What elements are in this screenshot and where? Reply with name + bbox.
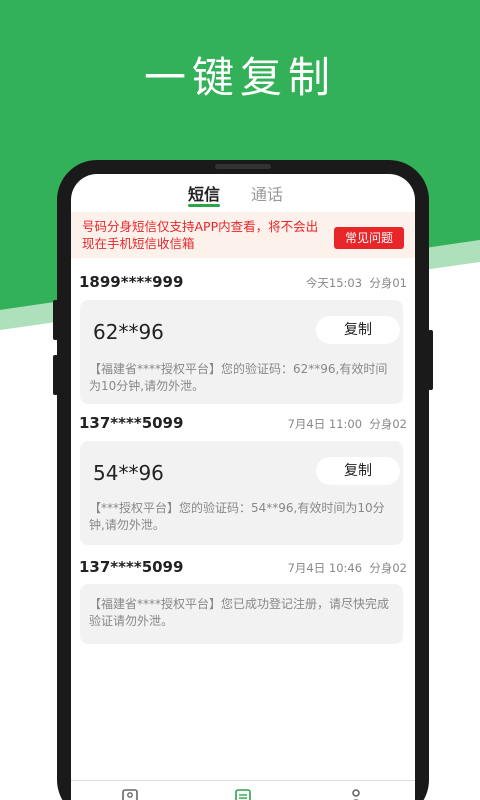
phone-speaker xyxy=(215,164,271,169)
message-card: 54**96 复制 【***授权平台】您的验证码：54**96,有效时间为10分… xyxy=(80,441,403,545)
message-time: 今天15:03 xyxy=(305,276,363,290)
contacts-icon[interactable] xyxy=(121,787,139,800)
message-meta: 7月4日 10:46 分身02 xyxy=(288,560,407,576)
message-body: 【福建省****授权平台】您的验证码：62**96,有效时间为10分钟,请勿外泄… xyxy=(89,362,388,393)
phone-power-button xyxy=(428,330,433,390)
tab-bar: 短信 通话 xyxy=(71,174,415,208)
headline: 一键复制 xyxy=(143,53,336,102)
sender-number: 137****5099 xyxy=(79,414,184,432)
message-header: 137****5099 7月4日 11:00 分身02 xyxy=(79,414,407,434)
message-meta: 7月4日 11:00 分身02 xyxy=(288,416,407,432)
bottom-nav xyxy=(71,780,415,800)
profile-icon[interactable] xyxy=(347,787,365,800)
sender-number: 1899****999 xyxy=(79,273,184,291)
message-line: 分身02 xyxy=(369,561,407,575)
message-meta: 今天15:03 分身01 xyxy=(306,275,407,291)
message-header: 137****5099 7月4日 10:46 分身02 xyxy=(79,558,407,578)
verification-code: 62**96 xyxy=(93,320,164,344)
notice-text: 号码分身短信仅支持APP内查看，将不会出现在手机短信收信箱 xyxy=(82,219,319,251)
messages-icon[interactable] xyxy=(234,787,252,800)
message-line: 分身02 xyxy=(369,417,407,431)
message-card: 62**96 复制 【福建省****授权平台】您的验证码：62**96,有效时间… xyxy=(80,300,403,404)
message-body: 【***授权平台】您的验证码：54**96,有效时间为10分钟,请勿外泄。 xyxy=(89,501,385,532)
message-line: 分身01 xyxy=(369,276,407,290)
faq-button[interactable]: 常见问题 xyxy=(334,227,404,249)
phone-screen: 短信 通话 号码分身短信仅支持APP内查看，将不会出现在手机短信收信箱 常见问题… xyxy=(71,174,415,800)
phone-side-button xyxy=(53,300,58,340)
copy-button[interactable]: 复制 xyxy=(316,457,400,485)
copy-button[interactable]: 复制 xyxy=(316,316,400,344)
tab-sms[interactable]: 短信 xyxy=(188,181,220,205)
message-header: 1899****999 今天15:03 分身01 xyxy=(79,273,407,293)
message-card: 【福建省****授权平台】您已成功登记注册，请尽快完成验证请勿外泄。 xyxy=(80,584,403,644)
message-time: 7月4日 10:46 xyxy=(287,561,363,575)
phone-side-button xyxy=(53,355,58,395)
message-body: 【福建省****授权平台】您已成功登记注册，请尽快完成验证请勿外泄。 xyxy=(89,597,390,628)
message-time: 7月4日 11:00 xyxy=(287,417,363,431)
tab-calls[interactable]: 通话 xyxy=(251,181,283,205)
verification-code: 54**96 xyxy=(93,461,164,485)
tab-active-indicator xyxy=(188,204,220,207)
sender-number: 137****5099 xyxy=(79,558,184,576)
